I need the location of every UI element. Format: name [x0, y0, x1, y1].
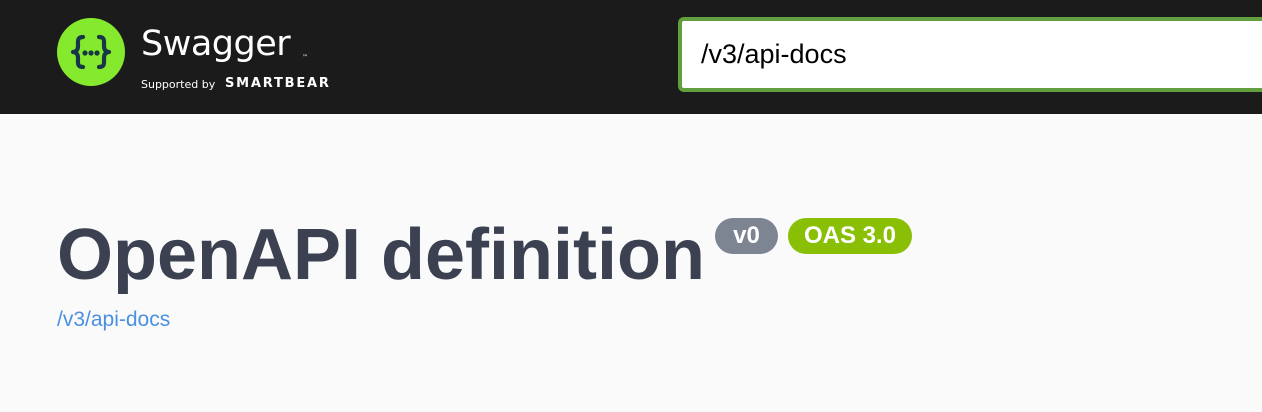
- page-title: OpenAPI definition: [57, 215, 705, 295]
- oas-version-badge: OAS 3.0: [788, 218, 912, 254]
- version-badge: v0: [715, 218, 778, 254]
- brand-trademark: ™: [302, 54, 308, 61]
- brand-supported-by: Supported by: [141, 78, 216, 91]
- spec-url-link[interactable]: /v3/api-docs: [57, 307, 170, 333]
- topbar: Swagger ™ Supported by SMARTBEAR: [0, 0, 1262, 114]
- brand-name: Swagger: [141, 24, 291, 64]
- swagger-braces-icon: [57, 18, 125, 86]
- swagger-logo-link[interactable]: Swagger ™ Supported by SMARTBEAR: [57, 18, 347, 98]
- spec-url-input[interactable]: [678, 17, 1262, 92]
- brand-company: SMARTBEAR: [225, 76, 331, 91]
